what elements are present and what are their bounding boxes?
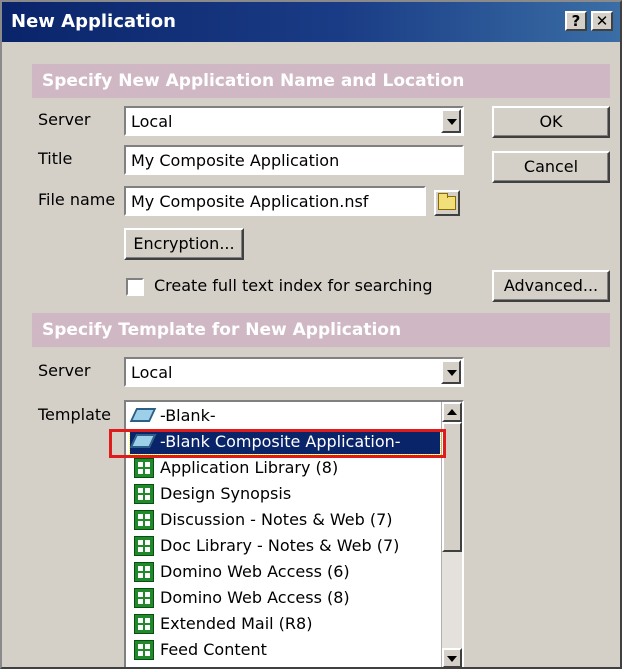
scroll-up-icon[interactable] (442, 402, 462, 422)
annotation-highlight-box (109, 429, 446, 458)
filename-label: File name (38, 190, 116, 209)
list-item[interactable]: Domino Web Access (6) (130, 560, 440, 584)
template-icon (134, 484, 154, 504)
template-icon (134, 562, 154, 582)
list-item[interactable]: Design Synopsis (130, 482, 440, 506)
list-item[interactable]: -Blank- (129, 404, 440, 428)
template-server-dropdown[interactable]: Local (124, 357, 464, 387)
title-value: My Composite Application (131, 151, 340, 170)
close-button[interactable]: ✕ (591, 11, 613, 31)
window-title: New Application (11, 11, 176, 32)
browse-folder-button[interactable] (434, 190, 460, 216)
fulltext-index-checkbox[interactable] (126, 278, 144, 296)
encryption-button[interactable]: Encryption... (124, 228, 244, 260)
name-location-section-heading: Specify New Application Name and Locatio… (32, 64, 610, 98)
list-item[interactable]: Doc Library - Notes & Web (7) (130, 534, 440, 558)
chevron-down-icon[interactable] (441, 109, 461, 133)
title-input[interactable]: My Composite Application (124, 145, 464, 175)
template-icon (134, 458, 154, 478)
folder-icon (438, 193, 456, 210)
template-label: Template (38, 405, 112, 424)
scroll-down-icon[interactable] (442, 648, 462, 667)
advanced-button[interactable]: Advanced... (492, 270, 610, 302)
server-dropdown[interactable]: Local (124, 106, 464, 136)
help-button[interactable]: ? (565, 11, 587, 31)
chevron-down-icon[interactable] (441, 360, 461, 384)
title-bar[interactable]: New Application ? ✕ (2, 2, 620, 42)
template-icon (134, 536, 154, 556)
cancel-button[interactable]: Cancel (492, 151, 610, 183)
filename-input[interactable]: My Composite Application.nsf (124, 186, 426, 216)
new-application-dialog: New Application ? ✕ Specify New Applicat… (0, 0, 622, 669)
server-label: Server (38, 110, 91, 129)
fulltext-index-label: Create full text index for searching (154, 276, 433, 295)
ok-button[interactable]: OK (492, 106, 610, 138)
template-server-value: Local (131, 363, 173, 382)
list-item[interactable]: Application Library (8) (130, 456, 440, 480)
list-item[interactable]: Extended Mail (R8) (130, 612, 440, 636)
list-item[interactable]: Discussion - Notes & Web (7) (130, 508, 440, 532)
list-item[interactable]: Feed Content (130, 638, 440, 662)
title-label: Title (38, 149, 73, 168)
template-icon (134, 640, 154, 660)
template-icon (134, 510, 154, 530)
template-server-label: Server (38, 361, 91, 380)
template-section-heading: Specify Template for New Application (32, 313, 610, 347)
server-value: Local (131, 112, 173, 131)
template-icon (134, 588, 154, 608)
blank-template-icon (129, 408, 157, 422)
template-icon (134, 614, 154, 634)
filename-value: My Composite Application.nsf (131, 192, 369, 211)
list-item[interactable]: Domino Web Access (8) (130, 586, 440, 610)
